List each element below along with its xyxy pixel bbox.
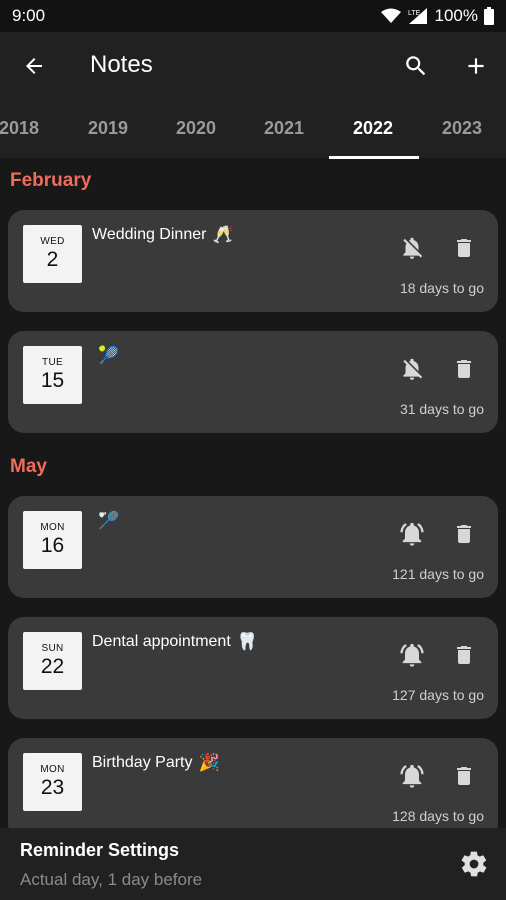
bell-ringing-icon[interactable]	[397, 640, 427, 670]
add-icon[interactable]	[460, 50, 492, 82]
note-title: Birthday Party 🎉	[92, 753, 220, 773]
note-title: 🏸	[92, 511, 119, 531]
note-title: 🎾	[92, 346, 119, 366]
note-emoji: 🏸	[98, 511, 120, 530]
date-badge: TUE 15	[23, 346, 82, 404]
date-weekday: TUE	[42, 357, 63, 368]
tab-2019[interactable]: 2019	[64, 98, 152, 158]
tab-2021[interactable]: 2021	[240, 98, 328, 158]
active-tab-indicator	[329, 156, 419, 159]
trash-icon[interactable]	[449, 354, 479, 384]
date-day: 2	[46, 248, 59, 271]
date-badge: WED 2	[23, 225, 82, 283]
back-arrow-icon[interactable]	[18, 50, 50, 82]
trash-icon[interactable]	[449, 519, 479, 549]
bell-ringing-icon[interactable]	[397, 519, 427, 549]
battery-text: 100%	[434, 6, 478, 25]
tab-2023[interactable]: 2023	[418, 98, 506, 158]
wifi-icon	[380, 8, 401, 24]
date-day: 23	[40, 776, 65, 799]
note-title-text: Dental appointment	[92, 633, 231, 650]
date-weekday: MON	[40, 522, 65, 533]
tab-2020[interactable]: 2020	[152, 98, 240, 158]
year-tabs: 2018 2019 2020 2021 2022 2023	[0, 98, 506, 158]
date-day: 16	[40, 534, 65, 557]
note-title: Dental appointment 🦷	[92, 632, 258, 652]
page-title: Notes	[90, 51, 153, 78]
date-day: 15	[40, 369, 65, 392]
app-bar: Notes	[0, 32, 506, 98]
note-emoji: 🥂	[212, 225, 234, 244]
status-time: 9:00	[12, 6, 46, 25]
bell-off-icon[interactable]	[397, 233, 427, 263]
gear-icon[interactable]	[458, 848, 490, 880]
section-header-may: May	[10, 456, 47, 477]
date-badge: SUN 22	[23, 632, 82, 690]
days-to-go: 18 days to go	[399, 280, 484, 296]
tab-2022[interactable]: 2022	[329, 98, 417, 158]
search-icon[interactable]	[400, 50, 432, 82]
reminder-settings-title: Reminder Settings	[20, 840, 180, 860]
date-badge: MON 23	[23, 753, 82, 811]
date-day: 22	[40, 655, 65, 678]
trash-icon[interactable]	[449, 233, 479, 263]
note-card[interactable]: WED 2 Wedding Dinner 🥂 18 days to go	[8, 210, 498, 312]
note-emoji: 🎉	[198, 753, 220, 772]
battery-icon	[484, 7, 494, 25]
note-title-text: Wedding Dinner	[92, 226, 207, 243]
note-title: Wedding Dinner 🥂	[92, 225, 234, 245]
trash-icon[interactable]	[449, 761, 479, 791]
status-bar: 9:00 LTE 100%	[0, 0, 506, 32]
section-header-february: February	[10, 170, 92, 191]
date-weekday: SUN	[41, 643, 64, 654]
note-card[interactable]: TUE 15 🎾 31 days to go	[8, 331, 498, 433]
bell-ringing-icon[interactable]	[397, 761, 427, 791]
tab-2018[interactable]: 2018	[0, 98, 63, 158]
days-to-go: 127 days to go	[392, 687, 484, 703]
reminder-settings-bar[interactable]: Reminder Settings Actual day, 1 day befo…	[0, 828, 506, 900]
svg-text:LTE: LTE	[408, 10, 421, 17]
note-title-text: Birthday Party	[92, 754, 193, 771]
note-emoji: 🦷	[236, 632, 258, 651]
note-card[interactable]: MON 23 Birthday Party 🎉 128 days to go	[8, 738, 498, 840]
date-badge: MON 16	[23, 511, 82, 569]
status-icons: LTE 100%	[380, 6, 494, 26]
signal-icon: LTE	[407, 7, 429, 25]
note-card[interactable]: MON 16 🏸 121 days to go	[8, 496, 498, 598]
date-weekday: MON	[40, 764, 65, 775]
trash-icon[interactable]	[449, 640, 479, 670]
days-to-go: 128 days to go	[392, 808, 484, 824]
days-to-go: 121 days to go	[392, 566, 484, 582]
days-to-go: 31 days to go	[399, 401, 484, 417]
date-weekday: WED	[40, 236, 65, 247]
reminder-settings-summary: Actual day, 1 day before	[20, 870, 203, 889]
note-card[interactable]: SUN 22 Dental appointment 🦷 127 days to …	[8, 617, 498, 719]
note-emoji: 🎾	[98, 346, 120, 365]
bell-off-icon[interactable]	[397, 354, 427, 384]
